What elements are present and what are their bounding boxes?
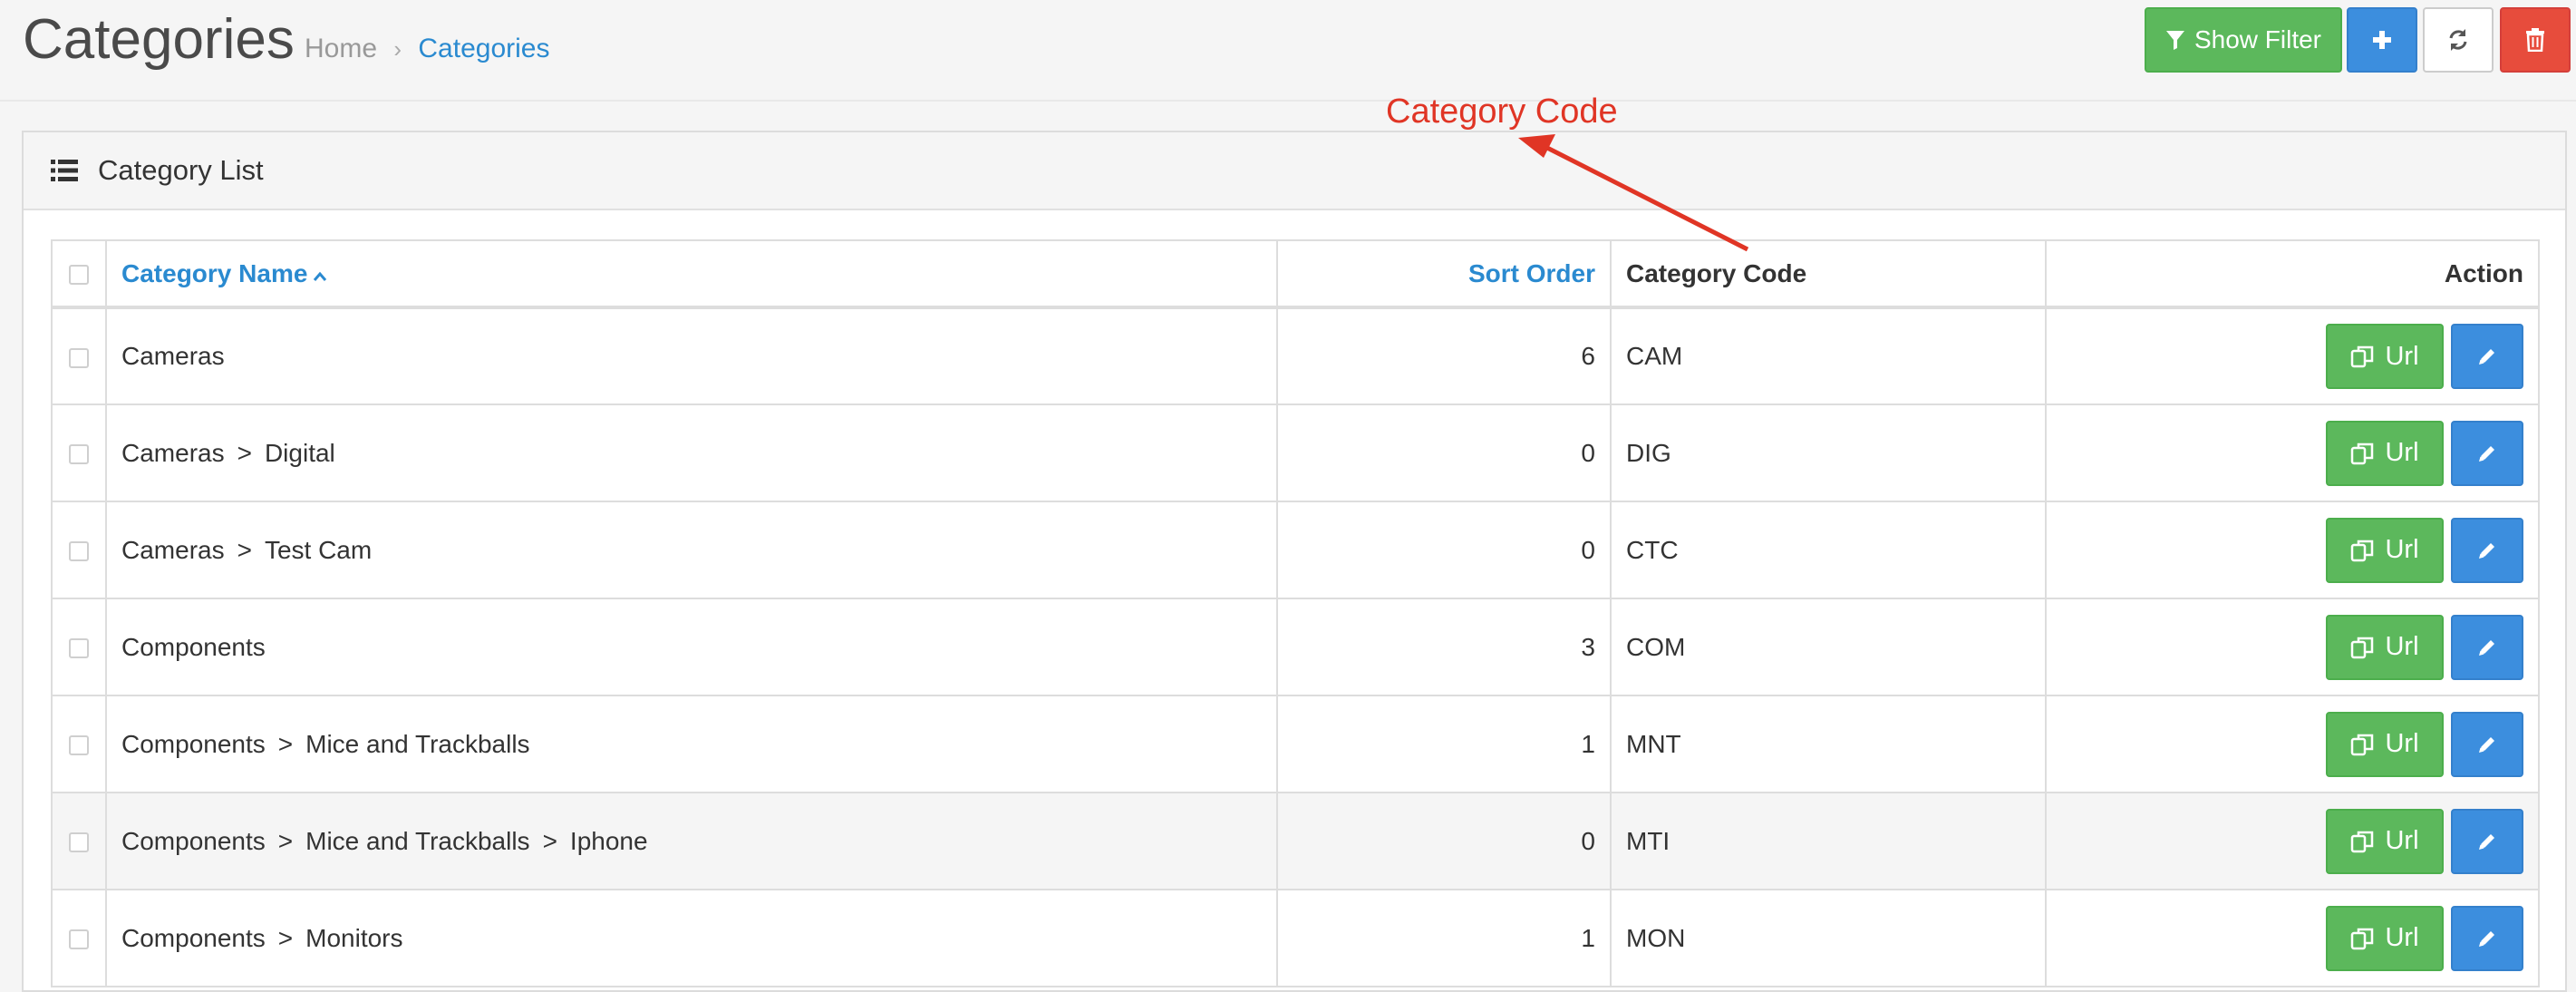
annotation-arrow <box>1518 134 1749 252</box>
